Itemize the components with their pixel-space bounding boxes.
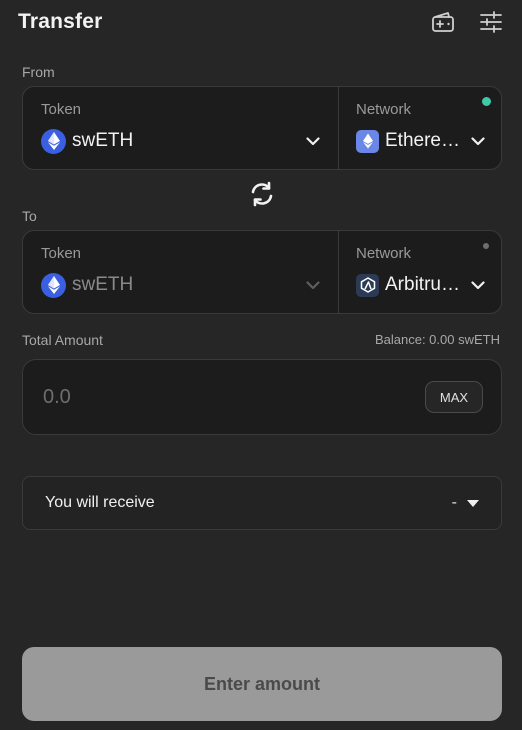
from-label: From [22, 64, 55, 80]
to-label: To [22, 208, 37, 224]
to-token-label: Token [41, 245, 82, 262]
eth-token-icon [41, 128, 66, 154]
receive-label: You will receive [45, 494, 155, 511]
swap-arrows-icon [248, 181, 276, 212]
from-token-name: swETH [72, 130, 134, 151]
caret-down-icon [467, 494, 479, 512]
from-card: Token swETH Network Ethere … [22, 86, 502, 170]
ethereum-network-icon [356, 129, 379, 153]
header-actions [430, 9, 504, 35]
eth-token-icon [41, 272, 66, 298]
receive-summary[interactable]: You will receive - [22, 476, 502, 530]
header: Transfer [18, 6, 504, 38]
swap-direction-button[interactable] [246, 181, 278, 211]
page-title: Transfer [18, 10, 103, 33]
from-token-label: Token [41, 101, 82, 118]
network-status-dot [482, 97, 491, 106]
enter-amount-button[interactable]: Enter amount [22, 647, 502, 721]
from-network-name: Ethere … [385, 130, 465, 151]
arbitrum-network-icon [356, 273, 379, 297]
from-token-selector[interactable]: Token swETH [23, 87, 339, 169]
amount-card: MAX [22, 359, 502, 435]
chevron-down-icon [306, 136, 320, 146]
to-network-selector[interactable]: Network Arbitru… [339, 231, 501, 313]
to-token-name: swETH [72, 274, 134, 295]
chevron-down-icon [306, 280, 320, 290]
add-wallet-icon[interactable] [430, 9, 456, 35]
from-network-selector[interactable]: Network Ethere … [339, 87, 501, 169]
settings-sliders-icon[interactable] [478, 9, 504, 35]
to-network-name: Arbitru… [385, 274, 460, 295]
from-network-label: Network [356, 101, 412, 118]
chevron-down-icon [471, 280, 485, 290]
to-token-selector[interactable]: Token swETH [23, 231, 339, 313]
amount-header: Total Amount Balance: 0.00 swETH [22, 332, 500, 348]
max-button[interactable]: MAX [425, 381, 483, 413]
to-card: Token swETH Network Arbitru… [22, 230, 502, 314]
chevron-down-icon [471, 136, 485, 146]
amount-input[interactable] [43, 385, 343, 409]
network-status-dot [483, 243, 489, 249]
balance-text: Balance: 0.00 swETH [374, 332, 500, 347]
total-amount-label: Total Amount [22, 332, 103, 348]
to-network-label: Network [356, 245, 412, 262]
receive-value: - [451, 494, 457, 511]
